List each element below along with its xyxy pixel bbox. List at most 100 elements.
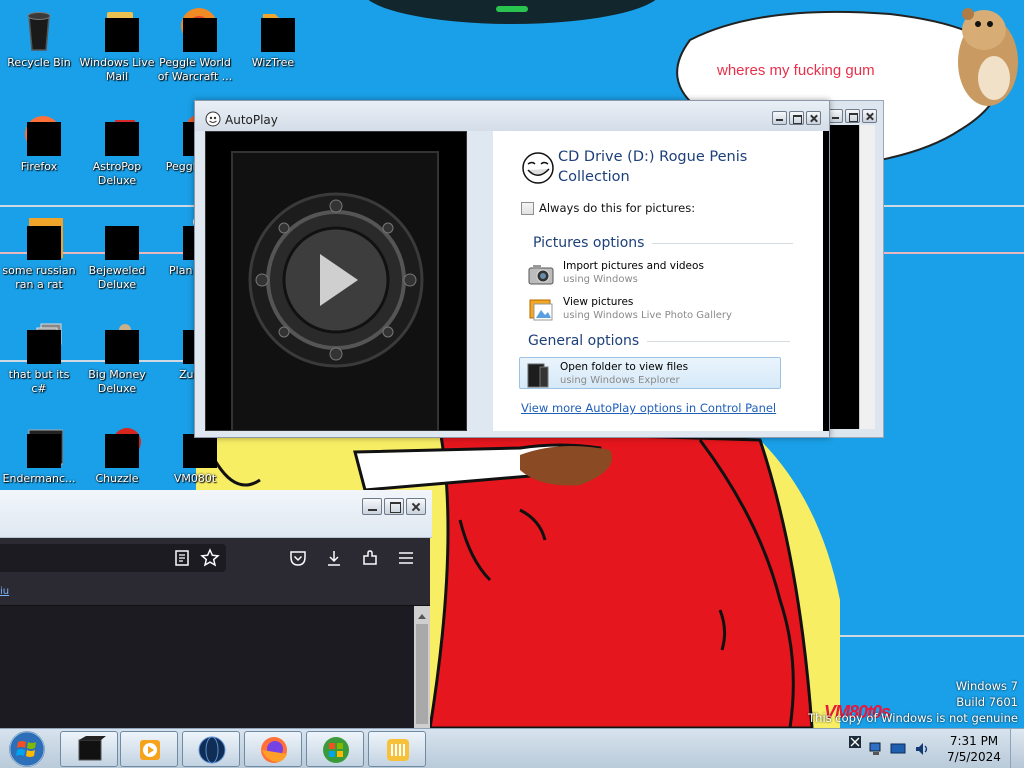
windows-stack-icon [15,318,63,366]
desktop-icon-recycle-bin[interactable]: Recycle Bin [0,6,80,70]
desktop-icon-label: Recycle Bin [7,56,71,69]
desktop-icon-bejeweled[interactable]: Bejeweled Deluxe [76,214,158,292]
reader-view-icon[interactable] [172,548,192,568]
clock-time: 7:31 PM [949,734,999,748]
close-button[interactable] [806,111,821,125]
watermark-genuine: This copy of Windows is not genuine [808,711,1018,725]
option-open-folder[interactable]: Open folder to view files using Windows … [519,357,781,389]
monitor-icon[interactable] [890,741,906,757]
desktop-icon-label: Peggle World of Warcraft ... [157,56,233,83]
minimize-button[interactable] [362,498,382,515]
watermark-build: Build 7601 [956,695,1018,709]
desktop-icon-wiztree[interactable]: WizTree [232,6,314,70]
speech-bubble-text: wheres my fucking gum [717,62,875,79]
desktop-icon-label: Endermanc... [2,472,76,485]
desktop-icon-that-but-csharp[interactable]: that but its c# [0,318,80,396]
maximize-button[interactable] [789,111,804,125]
maximize-button[interactable] [384,498,404,515]
download-icon[interactable] [324,548,344,568]
desktop-icon-astropop[interactable]: AstroPop Deluxe [76,110,158,188]
minimize-button[interactable] [772,111,787,125]
bookmark-star-icon[interactable] [200,548,220,568]
peggle-icon [171,6,219,54]
desktop-icon-label: AstroPop Deluxe [92,160,142,187]
close-button[interactable] [406,498,426,515]
mail-icon [93,6,141,54]
taskbar-button-globe[interactable] [182,731,240,767]
taskbar: 7:31 PM 7/5/2024 [0,728,1024,768]
firefox-window[interactable]: iu [0,490,432,728]
taskbar-button-explorer[interactable] [60,731,118,767]
system-tray: 7:31 PM 7/5/2024 [842,729,1024,768]
menu-hamburger-icon[interactable] [396,548,416,568]
bookmarks-bar: iu [0,578,430,606]
globe-icon [198,736,226,764]
explorer-folder-icon [527,363,549,388]
drive-title: CD Drive (D:) Rogue Penis Collection [558,149,748,185]
bookmark-link[interactable]: iu [0,586,9,597]
windows-watermark: Windows 7 Build 7601 This copy of Window… [808,678,1018,726]
desktop-icon-endermanch[interactable]: Endermanc... [0,422,80,486]
black-window-icon [78,736,106,761]
photo-gallery-icon [529,299,553,321]
extensions-icon[interactable] [360,548,380,568]
autoplay-titlebar[interactable]: AutoPlay [195,101,829,131]
desktop-icon-russian-rat[interactable]: e some russian ran a rat [0,214,80,292]
always-do-this-checkbox[interactable] [521,201,534,215]
desktop-icon-label: Firefox [20,160,58,173]
notes-icon [387,739,409,761]
autoplay-banner-art [205,131,467,433]
ghost-caption-buttons [828,109,877,123]
desktop-icon-big-money[interactable]: Big Money Deluxe [76,318,158,396]
pocket-icon[interactable] [288,548,308,568]
url-bar[interactable] [0,544,226,572]
bejeweled-icon [93,214,141,262]
volume-icon[interactable] [914,741,930,757]
action-center-icon[interactable] [848,735,862,749]
chuzzle-icon [93,422,141,470]
option-text: Import pictures and videos using Windows [563,260,704,286]
browser-titlebar[interactable] [0,490,432,538]
desktop-icon-label: Chuzzle [95,472,139,485]
heading-label: General options [528,333,640,349]
file-icon: e [15,214,63,262]
desktop-icon-windows-live-mail[interactable]: Windows Live Mail [76,6,158,84]
ghost-scrollbar [859,125,875,429]
desktop-icon-chuzzle[interactable]: Chuzzle [76,422,158,486]
browser-page-content[interactable] [0,606,414,728]
taskbar-button-windows-orb[interactable] [306,731,364,767]
scroll-thumb[interactable] [416,624,428,724]
network-icon[interactable] [868,741,884,757]
taskbar-button-media-player[interactable] [120,731,178,767]
more-autoplay-options-link[interactable]: View more AutoPlay options in Control Pa… [521,401,776,415]
desktop-icon-peggle-wow[interactable]: Peggle World of Warcraft ... [154,6,236,84]
astropop-icon [93,110,141,158]
endermanch-icon [15,422,64,470]
taskbar-button-firefox[interactable] [244,731,302,767]
divider [647,340,790,342]
autoplay-window[interactable]: AutoPlay CD Drive (D:) Rogue Penis Colle… [194,100,830,438]
divider [652,242,793,244]
media-player-icon [140,740,160,760]
option-text: View pictures using Windows Live Photo G… [563,296,732,322]
option-import-pictures[interactable]: Import pictures and videos using Windows [523,257,785,289]
caption-buttons [772,111,821,125]
option-view-pictures[interactable]: View pictures using Windows Live Photo G… [523,293,785,325]
autoplay-app-icon [205,111,221,127]
always-do-this-label: Always do this for pictures: [539,201,696,215]
desktop-icon-label: Big Money Deluxe [88,368,146,395]
firefox-icon [261,737,287,763]
scroll-up-arrow-icon[interactable] [418,610,426,619]
option-title: Import pictures and videos [563,260,704,272]
start-button[interactable] [4,730,50,768]
option-subtitle: using Windows Live Photo Gallery [563,310,732,321]
clock[interactable]: 7:31 PM 7/5/2024 [934,733,1014,765]
windows-logo-icon [323,737,349,763]
vertical-scrollbar[interactable] [414,606,430,728]
taskbar-button-notes[interactable] [368,731,426,767]
troll-face-icon [522,152,554,184]
desktop-icon-firefox[interactable]: Firefox [0,110,80,174]
desktop-icon-label: Windows Live Mail [79,56,155,83]
show-desktop-button[interactable] [1010,729,1024,768]
always-do-this-row[interactable]: Always do this for pictures: [521,201,695,215]
